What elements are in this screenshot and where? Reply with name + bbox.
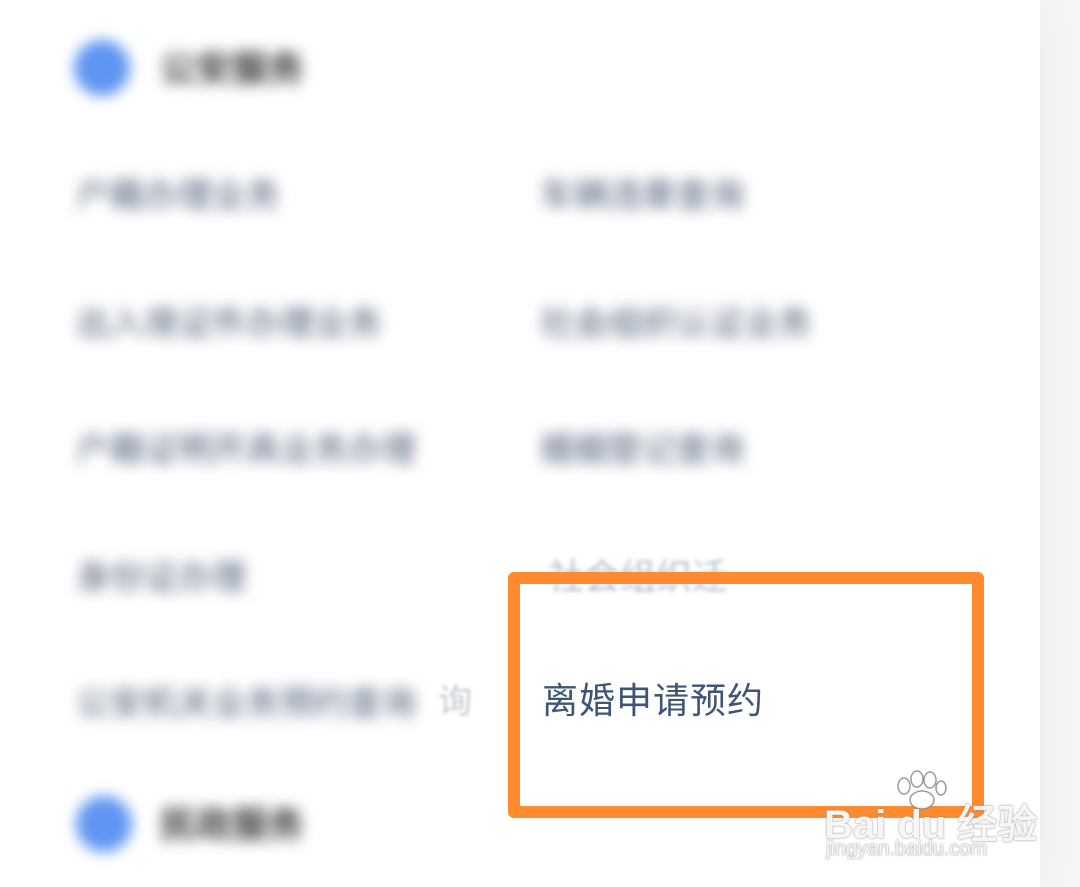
section-icon	[74, 40, 130, 96]
service-item[interactable]: 户籍证明开具业务办理	[76, 422, 416, 471]
section-title: 民政服务	[160, 805, 305, 846]
service-item[interactable]: 车辆违章查询	[540, 168, 744, 217]
watermark-url: jingyan.baidu.com	[826, 838, 988, 860]
service-item[interactable]: 公安机关业务预约查询	[76, 676, 416, 725]
section-title: 公安服务	[160, 49, 305, 90]
service-item[interactable]: 社会组织认证业务	[540, 296, 812, 345]
service-item[interactable]: 户籍办理业务	[76, 168, 280, 217]
service-item-tail: 询	[438, 682, 472, 722]
service-item[interactable]: 出入境证件办理业务	[76, 296, 382, 345]
service-item[interactable]: 婚姻登记查询	[540, 422, 744, 471]
baidu-jingyan-watermark: Bai du 经验 jingyan.baidu.com	[820, 770, 1037, 870]
section-icon	[76, 796, 132, 852]
service-item[interactable]: 身份证办理	[76, 550, 246, 599]
